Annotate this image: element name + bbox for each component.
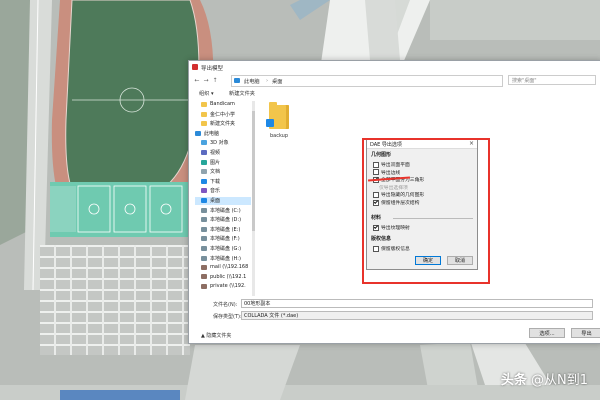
drive-icon bbox=[201, 255, 207, 261]
music-icon bbox=[201, 188, 207, 194]
sketchup-logo-icon bbox=[192, 64, 198, 70]
drive-icon bbox=[201, 207, 207, 213]
sidebar-scrollbar[interactable] bbox=[252, 101, 255, 296]
sidebar-item-label: 新建文件夹 bbox=[210, 121, 236, 128]
document-icon bbox=[201, 169, 207, 175]
sidebar-item[interactable]: 音乐 bbox=[195, 187, 251, 195]
sidebar-item[interactable]: 本地磁盘 (D:) bbox=[195, 216, 251, 224]
breadcrumb-separator-icon: › bbox=[266, 77, 269, 84]
sidebar-item[interactable]: 本地磁盘 (C:) bbox=[195, 207, 251, 215]
breadcrumb-this-pc[interactable]: 此电脑 bbox=[244, 78, 260, 85]
dialog-title: 导出模型 bbox=[201, 66, 224, 72]
drive-icon bbox=[201, 217, 207, 223]
sidebar-item[interactable]: 本地磁盘 (G:) bbox=[195, 245, 251, 253]
cube-icon bbox=[201, 140, 207, 146]
sidebar-item[interactable]: 此电脑 bbox=[195, 130, 251, 138]
desktop-icon bbox=[201, 198, 207, 203]
sidebar-item-label: 3D 对象 bbox=[210, 140, 229, 147]
network-drive-icon bbox=[201, 274, 207, 280]
sidebar-item-label: 本地磁盘 (F:) bbox=[210, 236, 240, 243]
sidebar-item[interactable]: 本地磁盘 (E:) bbox=[195, 226, 251, 234]
sidebar-item-label: 金仁中小学 bbox=[210, 111, 236, 118]
sidebar-item-label: 桌面 bbox=[210, 198, 221, 204]
sidebar-item[interactable]: 文档 bbox=[195, 168, 251, 176]
sidebar-item-label: 图片 bbox=[210, 159, 221, 166]
filename-input[interactable]: 00地形副本 bbox=[241, 299, 593, 308]
export-button[interactable]: 导出 bbox=[571, 328, 600, 338]
sidebar-item[interactable]: 视频 bbox=[195, 149, 251, 157]
sidebar-item-label: public (\\192.1 bbox=[210, 273, 247, 280]
drive-icon bbox=[201, 236, 207, 242]
sidebar-item[interactable]: Bandicam bbox=[195, 101, 251, 109]
sidebar-item[interactable]: 下载 bbox=[195, 178, 251, 186]
sidebar-item-label: 此电脑 bbox=[204, 130, 220, 137]
file-item-backup[interactable]: backup bbox=[265, 102, 293, 147]
filetype-row: 保存类型(T): COLLADA 文件 (*.dae) bbox=[193, 311, 597, 321]
shortcut-arrow-icon bbox=[266, 119, 274, 127]
toolbar: 组织 ▾ 新建文件夹 bbox=[193, 89, 597, 99]
sidebar-item-label: 本地磁盘 (D:) bbox=[210, 217, 242, 224]
filename-label: 文件名(N): bbox=[213, 302, 238, 308]
sidebar-item-label: 本地磁盘 (C:) bbox=[210, 207, 241, 214]
navigation-pane: Bandicam 金仁中小学新建文件夹此电脑 3D 对象视频图片文档下载音乐桌面本地… bbox=[195, 101, 251, 296]
options-button[interactable]: 选项... bbox=[529, 328, 565, 338]
sidebar-item[interactable]: mail (\\192.168 bbox=[195, 264, 251, 272]
sidebar-item-label: 本地磁盘 (G:) bbox=[210, 246, 242, 252]
picture-icon bbox=[201, 159, 207, 165]
folder-shortcut-icon bbox=[266, 102, 289, 129]
filetype-select[interactable]: COLLADA 文件 (*.dae) bbox=[241, 311, 593, 320]
scrollbar-thumb[interactable] bbox=[252, 111, 255, 231]
sidebar-item-label: private (\\192. bbox=[210, 283, 246, 290]
sidebar-item-label: 本地磁盘 (E:) bbox=[210, 226, 241, 233]
sidebar-item-label: 下载 bbox=[210, 178, 221, 185]
up-arrow-icon[interactable]: ↑ bbox=[211, 77, 219, 84]
back-arrow-icon[interactable]: ← bbox=[193, 77, 201, 84]
folder-icon bbox=[201, 121, 207, 127]
sidebar-item-label: 视频 bbox=[210, 150, 221, 156]
sidebar-item[interactable]: 本地磁盘 (H:) bbox=[195, 255, 251, 263]
sidebar-item[interactable]: public (\\192.1 bbox=[195, 274, 251, 282]
organize-button[interactable]: 组织 ▾ bbox=[199, 90, 214, 97]
file-name: backup bbox=[269, 133, 289, 139]
address-bar-row: ← → ↑ 此电脑 › 桌面 搜索"桌面" bbox=[193, 75, 597, 87]
filename-row: 文件名(N): 00地形副本 bbox=[193, 299, 597, 309]
filetype-label: 保存类型(T): bbox=[213, 314, 242, 320]
sidebar-item-label: Bandicam bbox=[210, 101, 235, 107]
watermark-handle: @从N到1 bbox=[531, 373, 588, 388]
sidebar-item[interactable]: 桌面 bbox=[195, 197, 251, 205]
sidebar-item-label: 音乐 bbox=[210, 188, 221, 195]
address-bar[interactable]: 此电脑 › 桌面 bbox=[231, 75, 503, 87]
folder-icon bbox=[201, 101, 207, 107]
sidebar-item-label: mail (\\192.168 bbox=[210, 264, 249, 271]
watermark: 头条 @从N到1 bbox=[501, 369, 588, 388]
forward-arrow-icon[interactable]: → bbox=[202, 77, 210, 84]
network-drive-icon bbox=[201, 283, 207, 289]
hide-folders-toggle[interactable]: ▲ 隐藏文件夹 bbox=[201, 332, 231, 339]
new-folder-button[interactable]: 新建文件夹 bbox=[229, 90, 255, 97]
parking-grid bbox=[40, 245, 190, 355]
folder-icon bbox=[201, 111, 207, 117]
dialog-title-bar[interactable]: 导出模型 bbox=[189, 61, 600, 73]
search-input[interactable]: 搜索"桌面" bbox=[508, 75, 596, 85]
sidebar-item-label: 文档 bbox=[210, 169, 221, 176]
sidebar-item[interactable]: 金仁中小学 bbox=[195, 111, 251, 119]
sidebar-item[interactable]: 本地磁盘 (F:) bbox=[195, 235, 251, 243]
sidebar-item[interactable]: 3D 对象 bbox=[195, 139, 251, 147]
network-drive-icon bbox=[201, 264, 207, 270]
pc-icon bbox=[234, 78, 240, 83]
drive-icon bbox=[201, 246, 207, 251]
video-icon bbox=[201, 150, 207, 155]
drive-icon bbox=[201, 226, 207, 232]
sidebar-item[interactable]: 图片 bbox=[195, 159, 251, 167]
sidebar-item[interactable]: 新建文件夹 bbox=[195, 120, 251, 128]
breadcrumb-desktop[interactable]: 桌面 bbox=[272, 78, 282, 85]
pc-icon bbox=[195, 130, 201, 136]
sidebar-item-label: 本地磁盘 (H:) bbox=[210, 255, 241, 262]
highlight-annotation-box bbox=[362, 138, 490, 284]
sidebar-item[interactable]: private (\\192. bbox=[195, 283, 251, 291]
download-icon bbox=[201, 178, 207, 184]
watermark-prefix: 头条 bbox=[500, 373, 527, 388]
